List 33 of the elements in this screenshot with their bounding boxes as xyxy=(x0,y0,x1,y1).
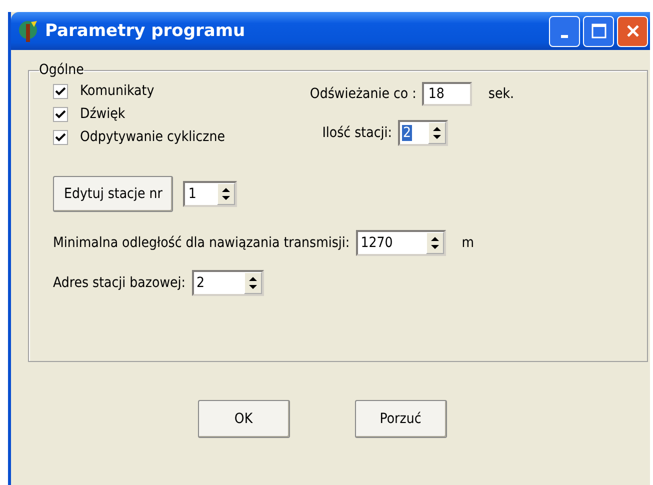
input-field[interactable]: 18 xyxy=(422,82,472,106)
unit-label: m xyxy=(462,235,474,251)
checkbox[interactable] xyxy=(53,106,68,122)
field-label: Adres stacji bazowej: xyxy=(53,275,186,291)
spin-arrows-icon[interactable] xyxy=(428,122,446,144)
spin-box[interactable]: 2 xyxy=(398,120,448,146)
checkbox[interactable] xyxy=(53,130,68,144)
checkbox-label: Komunikaty xyxy=(80,83,154,99)
minimize-button[interactable] xyxy=(549,16,580,46)
window-title: Parametry programu xyxy=(45,21,246,41)
spin-arrows-icon[interactable] xyxy=(426,232,444,254)
close-icon xyxy=(626,24,640,38)
spin-box[interactable]: 2 xyxy=(192,270,264,296)
maximize-button[interactable] xyxy=(583,16,614,46)
spin-box[interactable]: 1270 xyxy=(356,230,446,256)
spin-arrows-icon[interactable] xyxy=(217,183,236,205)
dialog-button[interactable]: OK xyxy=(198,400,290,438)
minimize-icon xyxy=(561,34,568,38)
edit-station-button[interactable]: Edytuj stacje nr xyxy=(53,176,174,212)
unit-label: sek. xyxy=(488,86,514,102)
dialog-button[interactable]: Porzuć xyxy=(354,400,446,438)
field-label: Minimalna odległość dla nawiązania transmisji: xyxy=(53,235,350,251)
maximize-icon xyxy=(590,23,606,39)
app-icon xyxy=(17,19,39,43)
spin-box[interactable]: 1 xyxy=(183,181,238,207)
checkbox-label: Dźwięk xyxy=(80,106,126,122)
checkbox[interactable] xyxy=(53,84,68,98)
field-label: Ilość stacji: xyxy=(322,125,392,141)
field-label: Odświeżanie co : xyxy=(310,86,416,102)
group-title: Ogólne xyxy=(39,62,84,78)
close-button[interactable] xyxy=(617,16,648,46)
spin-arrows-icon[interactable] xyxy=(244,272,262,294)
checkbox-label: Odpytywanie cykliczne xyxy=(80,129,225,145)
